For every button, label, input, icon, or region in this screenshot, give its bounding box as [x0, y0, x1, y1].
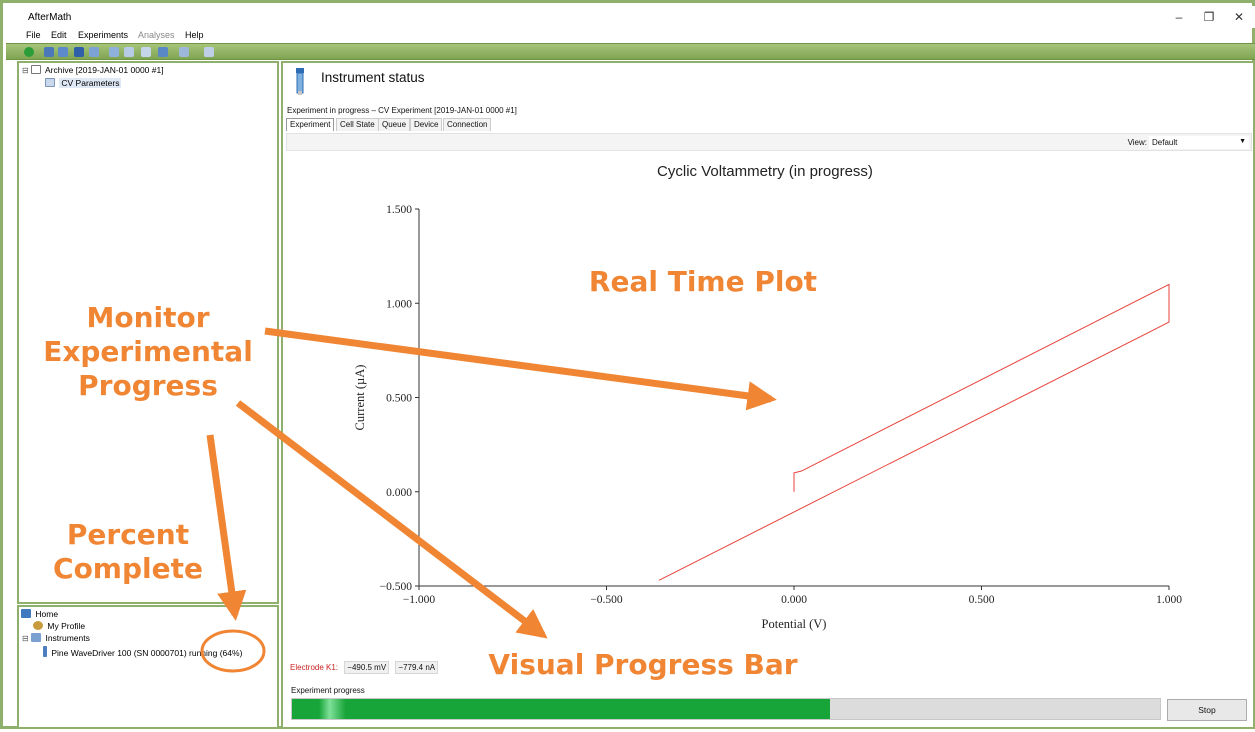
- archive-label: Archive [2019-JAN-01 0000 #1]: [44, 65, 164, 75]
- x-tick-label: 0.500: [969, 594, 995, 606]
- menu-edit[interactable]: Edit: [51, 30, 67, 40]
- electrode-icon: [43, 646, 47, 657]
- x-tick-label: −0.500: [590, 594, 623, 606]
- monitor-annotation-line1: Monitor: [86, 301, 210, 334]
- y-tick-label: 1.000: [386, 298, 412, 310]
- archive-icon: [31, 65, 42, 74]
- edit-icon[interactable]: [109, 47, 119, 57]
- menu-file[interactable]: File: [26, 30, 41, 40]
- home-icon: [21, 609, 31, 618]
- help-icon[interactable]: [204, 47, 214, 57]
- save-icon[interactable]: [74, 47, 84, 57]
- new-folder-icon[interactable]: [44, 47, 54, 57]
- percent-annotation-line1: Percent: [66, 518, 190, 551]
- toolbar: [6, 43, 1255, 60]
- monitor-annotation-line3: Progress: [78, 369, 218, 403]
- open-folder-icon[interactable]: [58, 47, 68, 57]
- instrument-status-node[interactable]: Pine WaveDriver 100 (SN 0000701) running…: [43, 646, 242, 658]
- close-icon[interactable]: ✕: [1229, 10, 1249, 24]
- stop-button[interactable]: Stop: [1167, 699, 1247, 721]
- progress-label: Experiment progress: [291, 686, 365, 695]
- menu-experiments[interactable]: Experiments: [78, 30, 128, 40]
- cv-trace: [658, 283, 1170, 581]
- cv-parameters-node[interactable]: CV Parameters: [45, 78, 122, 88]
- x-tick-label: −1.000: [403, 594, 436, 606]
- instruments-label: Instruments: [45, 633, 90, 643]
- y-tick-label: 0.000: [386, 487, 412, 499]
- profile-icon: [33, 621, 43, 630]
- my-profile-label: My Profile: [47, 621, 86, 631]
- instruments-icon: [31, 633, 42, 642]
- menu-bar: File Edit Experiments Analyses Help: [6, 28, 1255, 43]
- menu-analyses: Analyses: [138, 30, 175, 40]
- instrument-status-label: Pine WaveDriver 100 (SN 0000701) running…: [51, 648, 243, 658]
- my-profile-node[interactable]: My Profile: [33, 621, 85, 631]
- cv-parameters-label: CV Parameters: [59, 78, 122, 88]
- progress-bar-annotation: Visual Progress Bar: [488, 648, 798, 681]
- monitor-annotation-line2: Experimental: [43, 335, 253, 369]
- app-window: AfterMath – ❐ ✕ File Edit Experiments An…: [0, 0, 1255, 729]
- y-axis-label: Current (µA): [353, 365, 367, 431]
- sigma-icon[interactable]: [179, 47, 189, 57]
- instrument-icon[interactable]: [158, 47, 168, 57]
- restore-icon[interactable]: ❐: [1199, 10, 1219, 24]
- percent-annotation-line2: Complete: [53, 552, 203, 586]
- y-tick-label: 0.500: [386, 393, 412, 405]
- electrode-readout: Electrode K1: −490.5 mV −779.4 nA: [290, 661, 439, 674]
- progress-bar-fill: [292, 699, 831, 719]
- app-title: AfterMath: [28, 12, 72, 23]
- x-tick-label: 1.000: [1156, 594, 1182, 606]
- real-time-annotation: Real Time Plot: [588, 265, 818, 298]
- home-pane: Home My Profile ⊟ Instruments Pine WaveD…: [17, 605, 279, 729]
- x-axis-label: Potential (V): [762, 617, 827, 631]
- electrode-current: −779.4 nA: [395, 661, 439, 674]
- title-bar: AfterMath – ❐ ✕: [6, 6, 1255, 28]
- electrode-label: Electrode K1:: [290, 663, 339, 672]
- list-icon[interactable]: [124, 47, 134, 57]
- y-tick-label: 1.500: [386, 204, 412, 216]
- minimize-icon[interactable]: –: [1169, 10, 1189, 24]
- instruments-node[interactable]: ⊟ Instruments: [22, 633, 90, 643]
- print-icon[interactable]: [89, 47, 99, 57]
- menu-help[interactable]: Help: [185, 30, 204, 40]
- electrode-potential: −490.5 mV: [344, 661, 390, 674]
- progress-bar: [291, 698, 1161, 720]
- x-tick-label: 0.000: [781, 594, 807, 606]
- refresh-icon[interactable]: [24, 47, 34, 57]
- instrument-status-panel: Instrument status Experiment in progress…: [281, 61, 1255, 729]
- home-node[interactable]: Home: [21, 609, 58, 619]
- archive-tree-node[interactable]: ⊟ Archive [2019-JAN-01 0000 #1]: [22, 65, 164, 75]
- cv-plot: −0.5000.0000.5001.0001.500−1.000 −0.500 0.…: [353, 204, 1182, 631]
- parameters-icon: [45, 78, 55, 87]
- y-tick-label: −0.500: [380, 581, 413, 593]
- copy-icon[interactable]: [141, 47, 151, 57]
- home-label: Home: [35, 609, 59, 619]
- monitor-annotation: Monitor Experimental Progress: [33, 301, 263, 403]
- percent-annotation: Percent Complete: [23, 518, 233, 586]
